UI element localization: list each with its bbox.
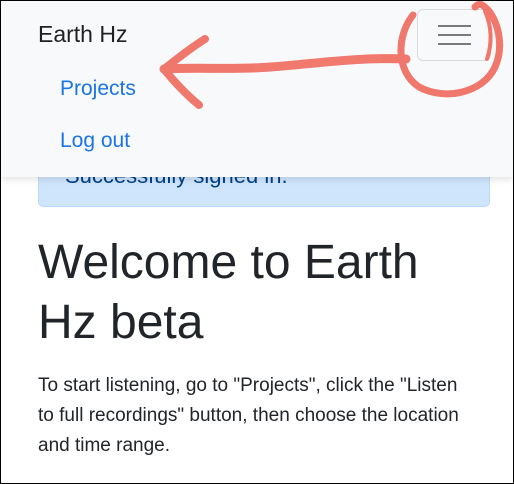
hamburger-icon — [438, 25, 471, 46]
navbar-brand[interactable]: Earth Hz — [38, 21, 127, 48]
nav-link-log-out[interactable]: Log out — [60, 129, 130, 153]
intro-paragraph: To start listening, go to "Projects", cl… — [38, 375, 459, 456]
page-frame: Successfully signed in. Earth Hz Project… — [0, 0, 514, 484]
nav-link-projects[interactable]: Projects — [60, 77, 136, 101]
navbar: Earth Hz Projects Log out — [1, 1, 513, 177]
page-title: Welcome to Earth Hz beta — [38, 236, 419, 349]
navbar-toggler-button[interactable] — [417, 9, 491, 61]
